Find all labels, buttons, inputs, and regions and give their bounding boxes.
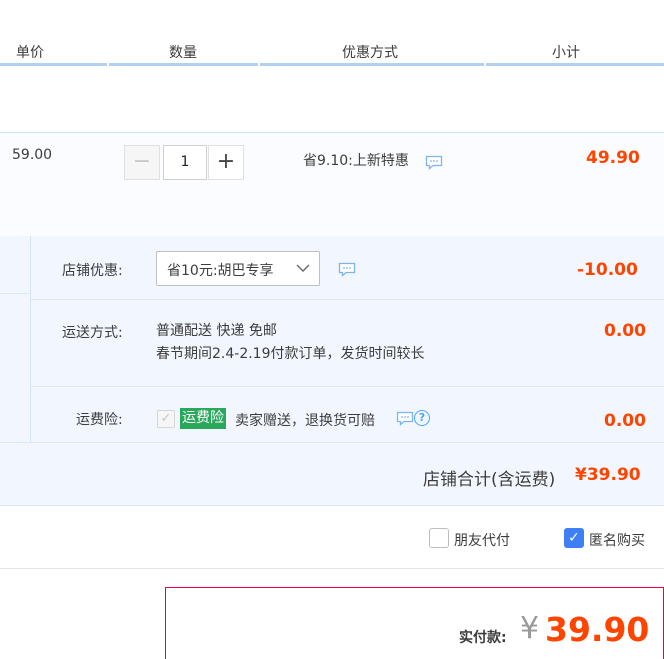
shop-left-hline [0, 293, 30, 294]
payment-amount: 39.90 [545, 610, 650, 649]
cart-item-row [0, 132, 664, 236]
header-underline-qty [109, 63, 258, 66]
anonymous-purchase-label[interactable]: 匿名购买 [589, 530, 645, 550]
insurance-checkbox: ✓ [157, 410, 175, 428]
insurance-badge: 运费险 [180, 408, 226, 429]
chat-bubble-icon[interactable] [396, 411, 414, 426]
insurance-amount: 0.00 [604, 411, 646, 431]
shipping-amount: 0.00 [604, 321, 646, 341]
shop-left-divider [30, 236, 31, 442]
header-underline-promo [260, 63, 484, 66]
payment-label: 实付款: [459, 630, 507, 646]
quantity-minus-button[interactable]: − [124, 145, 160, 180]
shop-discount-amount: -10.00 [577, 260, 638, 280]
chat-bubble-icon[interactable] [338, 262, 356, 277]
shop-row-divider-3 [0, 442, 664, 443]
shipping-note: 春节期间2.4-2.19付款订单，发货时间较长 [156, 346, 425, 362]
shop-row-divider-1 [31, 299, 664, 300]
insurance-label: 运费险: [76, 412, 123, 428]
friend-pay-label[interactable]: 朋友代付 [454, 530, 510, 550]
unit-price: 59.00 [12, 147, 53, 163]
insurance-text: 卖家赠送，退换货可赔 [235, 413, 375, 429]
header-col-promo: 优惠方式 [342, 45, 398, 61]
shop-discount-selected-value: 省10元:胡巴专享 [167, 263, 274, 279]
quantity-plus-button[interactable]: + [208, 145, 244, 180]
shop-total-amount: ¥39.90 [575, 465, 641, 485]
shop-total-label: 店铺合计(含运费) [423, 470, 556, 490]
chevron-down-icon [296, 264, 310, 272]
item-subtotal: 49.90 [586, 148, 640, 168]
header-col-subtotal: 小计 [552, 45, 580, 61]
shop-row-divider-2 [31, 386, 664, 387]
friend-pay-checkbox[interactable] [429, 528, 449, 548]
quantity-input[interactable]: 1 [163, 145, 207, 180]
item-promo-text: 省9.10:上新特惠 [303, 153, 409, 169]
header-underline-subtotal [486, 63, 664, 66]
header-col-qty: 数量 [169, 45, 197, 61]
header-col-price: 单价 [16, 45, 44, 61]
header-underline-price [0, 63, 107, 66]
shop-discount-label: 店铺优惠: [62, 263, 123, 279]
anonymous-purchase-checkbox[interactable]: ✓ [564, 528, 584, 548]
payment-currency: ¥ [520, 611, 540, 646]
shipping-label: 运送方式: [62, 325, 123, 341]
section-separator [0, 568, 664, 569]
chat-bubble-icon[interactable] [425, 155, 443, 170]
shop-discount-select[interactable]: 省10元:胡巴专享 [156, 251, 320, 286]
help-question-icon[interactable]: ? [414, 410, 430, 426]
shipping-method: 普通配送 快递 免邮 [156, 323, 277, 339]
